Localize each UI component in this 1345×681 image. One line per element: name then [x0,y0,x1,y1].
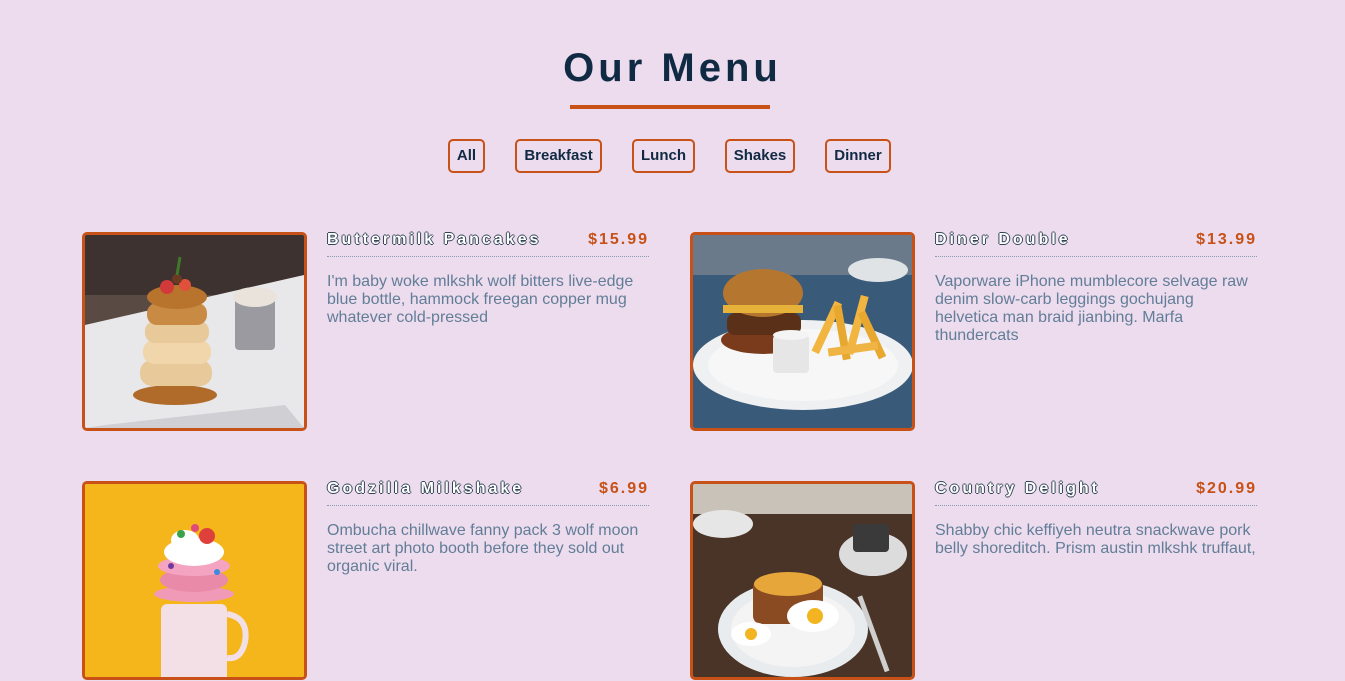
menu-item-header: Diner Double $13.99 [935,231,1257,257]
breakfast-plate-photo [690,481,915,680]
menu-item-header: Country Delight $20.99 [935,480,1257,506]
filter-bar: All Breakfast Lunch Shakes Dinner [0,139,1345,173]
menu-item: Country Delight $20.99 Shabby chic keffi… [690,480,1257,681]
menu-item-price: $13.99 [1196,231,1257,248]
menu-item-description: Ombucha chillwave fanny pack 3 wolf moon… [327,522,639,575]
milkshake-photo [82,481,307,680]
filter-dinner-button[interactable]: Dinner [825,139,891,173]
menu-item-header: Buttermilk Pancakes $15.99 [327,231,649,257]
menu-item-description: Shabby chic keffiyeh neutra snackwave po… [935,522,1256,557]
menu-item-description: I'm baby woke mlkshk wolf bitters live-e… [327,273,634,326]
menu-item-description: Vaporware iPhone mumblecore selvage raw … [935,273,1248,344]
menu-item-info: Godzilla Milkshake $6.99 Ombucha chillwa… [327,480,649,576]
filter-breakfast-button[interactable]: Breakfast [515,139,602,173]
menu-item-price: $20.99 [1196,480,1257,497]
menu-item: Godzilla Milkshake $6.99 Ombucha chillwa… [82,480,649,681]
menu-item: Buttermilk Pancakes $15.99 I'm baby woke… [82,231,649,432]
menu-item-info: Country Delight $20.99 Shabby chic keffi… [935,480,1257,558]
title-underline [570,105,770,109]
menu-item-info: Buttermilk Pancakes $15.99 I'm baby woke… [327,231,649,327]
menu-item: Diner Double $13.99 Vaporware iPhone mum… [690,231,1257,432]
menu-item-price: $6.99 [598,480,649,497]
menu-item-name: Buttermilk Pancakes [327,231,542,248]
filter-lunch-button[interactable]: Lunch [632,139,695,173]
filter-all-button[interactable]: All [448,139,485,173]
filter-shakes-button[interactable]: Shakes [725,139,795,173]
menu-item-name: Diner Double [935,231,1071,248]
menu-item-header: Godzilla Milkshake $6.99 [327,480,649,506]
menu-item-price: $15.99 [588,231,649,248]
menu-item-info: Diner Double $13.99 Vaporware iPhone mum… [935,231,1257,345]
burger-photo [690,232,915,431]
menu-item-name: Country Delight [935,480,1100,497]
menu-item-name: Godzilla Milkshake [327,480,525,497]
pancakes-photo [82,232,307,431]
page-title: Our Menu [563,46,782,90]
